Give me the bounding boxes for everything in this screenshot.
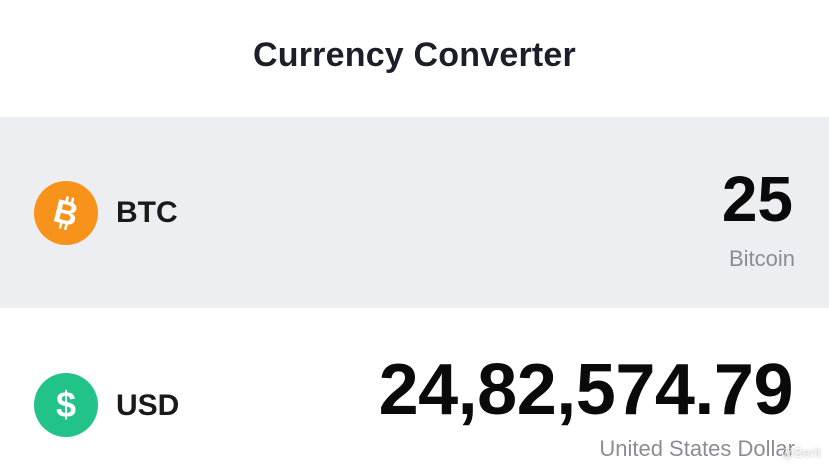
from-currency-code: BTC — [116, 196, 178, 229]
to-amount: 24,82,574.79 — [378, 350, 794, 430]
watermark: @Berit — [781, 445, 821, 460]
header: Currency Converter — [0, 0, 829, 117]
to-currency-code: USD — [116, 389, 180, 422]
from-amount[interactable]: 25 — [722, 167, 793, 231]
from-currency-name: Bitcoin — [728, 246, 795, 271]
to-currency-name: United States Dollar — [599, 436, 795, 461]
dollar-icon: $ — [34, 373, 98, 437]
currency-converter-screen: Currency Converter B BTC 25 Bitcoin $ US… — [0, 0, 829, 466]
bitcoin-icon: B — [34, 181, 98, 245]
page-title: Currency Converter — [253, 36, 576, 74]
to-currency-row[interactable]: $ USD 24,82,574.79 United States Dollar — [0, 318, 829, 466]
from-currency-row[interactable]: B BTC 25 Bitcoin — [0, 117, 829, 308]
svg-text:$: $ — [56, 385, 76, 425]
